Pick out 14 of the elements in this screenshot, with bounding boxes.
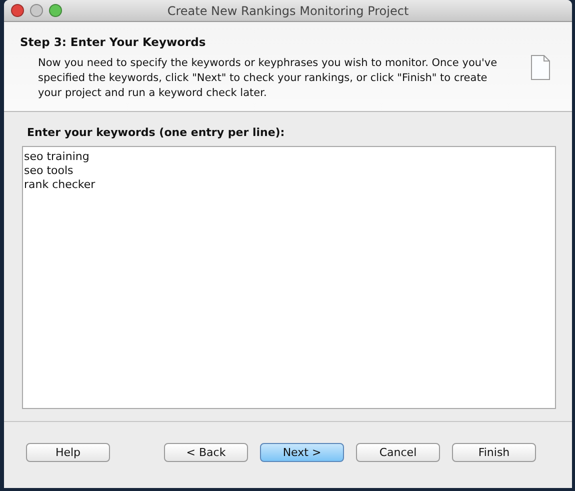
step-title: Step 3: Enter Your Keywords	[20, 35, 207, 49]
zoom-button[interactable]	[49, 4, 62, 17]
step-description: Now you need to specify the keywords or keyphrases you wish to monitor. Once you've specified the keywords, click "Next" to check your rankings, or click "Finish" to create your project and run a keyword check later.	[37, 56, 498, 101]
dialog-button[interactable]: Finish	[452, 442, 536, 462]
dialog-button[interactable]: < Back	[164, 442, 248, 462]
keywords-label: Enter your keywords (one entry per line):	[26, 126, 286, 139]
keywords-field[interactable]: seo training seo tools rank checker	[22, 146, 556, 409]
window-title: Create New Rankings Monitoring Project	[167, 4, 409, 18]
close-button[interactable]	[11, 4, 24, 17]
document-icon	[531, 55, 550, 80]
dialog-button[interactable]: Next >	[260, 442, 344, 462]
minimize-button[interactable]	[30, 4, 43, 17]
dialog-button[interactable]: Cancel	[356, 442, 440, 462]
dialog-button[interactable]: Help	[26, 442, 110, 462]
